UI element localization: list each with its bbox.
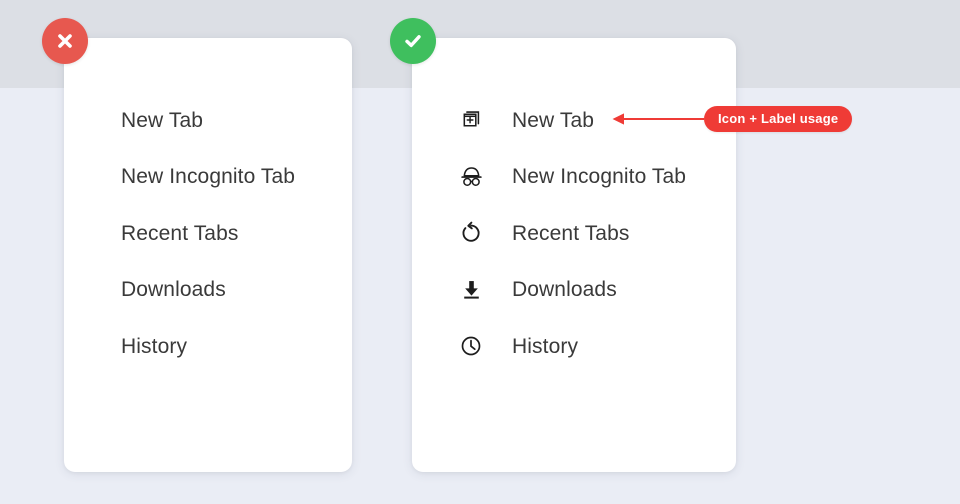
cross-icon bbox=[54, 30, 76, 52]
download-icon bbox=[458, 276, 484, 302]
annotation-callout: Icon + Label usage bbox=[612, 106, 853, 132]
menu-item-label: Downloads bbox=[121, 277, 226, 301]
menu-item-label: New Tab bbox=[512, 108, 595, 132]
menu-item-recent-tabs[interactable]: Recent Tabs bbox=[458, 216, 629, 250]
annotation-label: Icon + Label usage bbox=[704, 106, 853, 132]
menu-item-label: History bbox=[512, 334, 579, 358]
menu-item-recent-tabs[interactable]: Recent Tabs bbox=[121, 216, 238, 250]
menu-item-label: Recent Tabs bbox=[512, 221, 630, 245]
incorrect-badge bbox=[42, 18, 88, 64]
good-example-menu: New Tab New Incognito Tab Recent Tabs Do… bbox=[412, 38, 736, 472]
menu-item-history[interactable]: History bbox=[121, 329, 187, 363]
menu-item-new-tab[interactable]: New Tab bbox=[458, 103, 594, 137]
menu-item-label: New Tab bbox=[121, 108, 204, 132]
restore-icon bbox=[458, 220, 484, 246]
menu-item-label: History bbox=[121, 334, 188, 358]
menu-item-label: New Incognito Tab bbox=[512, 164, 687, 188]
clock-icon bbox=[458, 333, 484, 359]
incognito-icon bbox=[458, 163, 484, 189]
menu-item-new-tab[interactable]: New Tab bbox=[121, 103, 203, 137]
menu-item-downloads[interactable]: Downloads bbox=[121, 272, 226, 306]
menu-item-label: New Incognito Tab bbox=[121, 164, 296, 188]
good-example-card: New Tab New Incognito Tab Recent Tabs Do… bbox=[412, 38, 736, 472]
menu-item-downloads[interactable]: Downloads bbox=[458, 272, 617, 306]
menu-item-history[interactable]: History bbox=[458, 329, 578, 363]
menu-item-label: Downloads bbox=[512, 277, 617, 301]
check-icon bbox=[401, 29, 425, 53]
bad-example-card: New Tab New Incognito Tab Recent Tabs Do… bbox=[64, 38, 352, 472]
menu-item-new-incognito-tab[interactable]: New Incognito Tab bbox=[458, 159, 686, 193]
menu-item-new-incognito-tab[interactable]: New Incognito Tab bbox=[121, 159, 295, 193]
annotation-arrow-icon bbox=[612, 113, 704, 125]
correct-badge bbox=[390, 18, 436, 64]
new-tab-icon bbox=[458, 107, 484, 133]
menu-item-label: Recent Tabs bbox=[121, 221, 239, 245]
bad-example-menu: New Tab New Incognito Tab Recent Tabs Do… bbox=[64, 38, 352, 472]
screenshot-canvas: New Tab New Incognito Tab Recent Tabs Do… bbox=[0, 0, 960, 504]
